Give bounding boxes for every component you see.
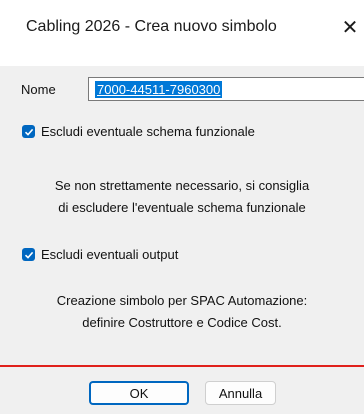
exclude-schema-note: Se non strettamente necessario, si consi… xyxy=(0,175,364,219)
exclude-output-label: Escludi eventuali output xyxy=(41,247,179,262)
exclude-schema-note-line1: Se non strettamente necessario, si consi… xyxy=(54,178,310,193)
exclude-schema-label: Escludi eventuale schema funzionale xyxy=(41,124,255,139)
title-bar: Cabling 2026 - Crea nuovo simbolo ✕ xyxy=(0,0,364,66)
info-text: Creazione simbolo per SPAC Automazione: … xyxy=(0,290,364,334)
name-label: Nome xyxy=(21,82,56,97)
ok-button[interactable]: OK xyxy=(89,381,189,405)
name-field-value: 7000-44511-7960300 xyxy=(95,80,223,98)
exclude-schema-checkbox[interactable]: Escludi eventuale schema funzionale xyxy=(22,124,255,139)
info-line1: Creazione simbolo per SPAC Automazione: xyxy=(56,293,308,308)
exclude-schema-note-line2: di escludere l'eventuale schema funziona… xyxy=(58,200,306,215)
close-icon[interactable]: ✕ xyxy=(336,10,364,44)
info-line2: definire Costruttore e Codice Cost. xyxy=(82,315,282,330)
name-field[interactable]: 7000-44511-7960300 xyxy=(88,77,364,101)
checkbox-checked-icon xyxy=(22,248,35,261)
checkbox-checked-icon xyxy=(22,125,35,138)
window-title: Cabling 2026 - Crea nuovo simbolo xyxy=(26,18,277,35)
app-icon xyxy=(4,10,18,24)
separator-line xyxy=(0,365,364,367)
exclude-output-checkbox[interactable]: Escludi eventuali output xyxy=(22,247,178,262)
cancel-button[interactable]: Annulla xyxy=(205,381,276,405)
